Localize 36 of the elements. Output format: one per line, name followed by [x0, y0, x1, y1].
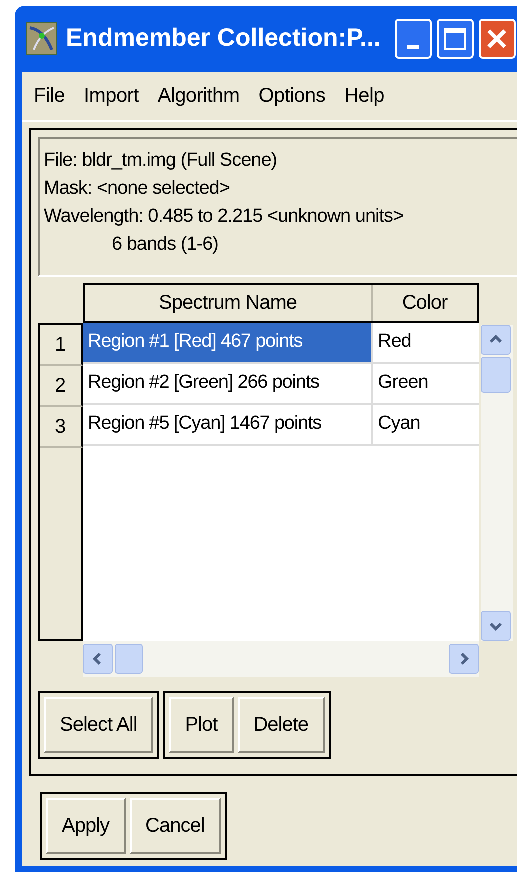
dialog-button[interactable]: Delete [238, 697, 325, 753]
table-cell[interactable]: Region #1 [Red] 467 points [83, 323, 373, 362]
scroll-up-button[interactable] [481, 325, 511, 355]
dialog-button[interactable]: Plot [169, 697, 234, 753]
scroll-thumb[interactable] [481, 357, 511, 393]
scroll-down-button[interactable] [481, 611, 511, 641]
menu-item[interactable]: Help [344, 81, 384, 111]
table-cell[interactable]: Region #2 [Green] 266 points [83, 364, 373, 403]
minimize-button[interactable] [394, 19, 432, 59]
scroll-right-button[interactable] [449, 644, 479, 674]
table-cell[interactable]: Green [373, 364, 477, 403]
info-line: Wavelength: 0.485 to 2.215 <unknown units> [44, 205, 405, 229]
menu-item[interactable]: Import [84, 81, 139, 111]
close-icon [486, 28, 508, 50]
table-cell[interactable]: Region #5 [Cyan] 1467 points [83, 405, 373, 444]
maximize-button[interactable] [436, 19, 474, 59]
close-button[interactable] [478, 19, 516, 59]
scroll-left-button[interactable] [83, 644, 113, 674]
menu-item[interactable]: File [34, 81, 66, 111]
menu-item[interactable]: Options [258, 81, 326, 111]
dialog-button[interactable]: Cancel [130, 798, 221, 854]
column-header[interactable]: Color [373, 285, 477, 321]
column-header[interactable]: Spectrum Name [85, 285, 373, 321]
maximize-icon [444, 28, 466, 50]
app-icon [26, 22, 58, 56]
dialog-button[interactable]: Apply [46, 798, 126, 854]
info-line: File: bldr_tm.img (Full Scene) [44, 149, 278, 173]
table-cell[interactable]: Cyan [373, 405, 477, 444]
info-line: Mask: <none selected> [44, 177, 231, 201]
dialog-button[interactable]: Select All [44, 697, 154, 753]
scroll-thumb[interactable] [115, 644, 143, 674]
window-title: Endmember Collection:P... [66, 23, 381, 54]
menu-item[interactable]: Algorithm [158, 81, 240, 111]
table-cell[interactable]: Red [373, 323, 477, 362]
info-line: 6 bands (1-6) [111, 233, 220, 257]
minimize-icon [407, 45, 420, 49]
